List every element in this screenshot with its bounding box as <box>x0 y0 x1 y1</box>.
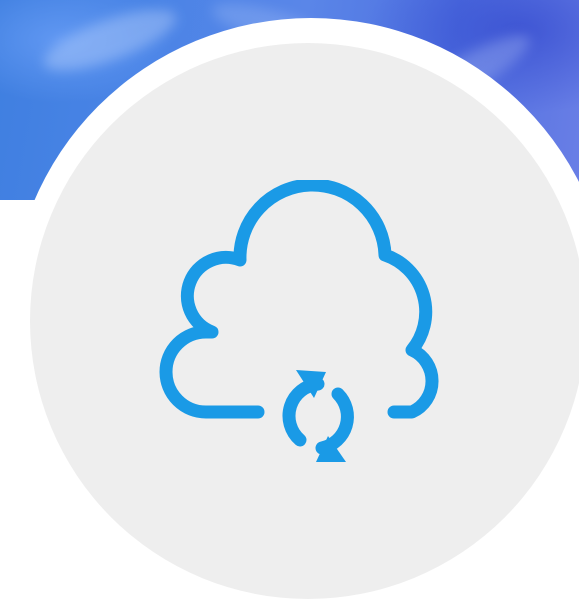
cloud-outline <box>159 180 439 419</box>
sync-arrow-lower <box>315 387 354 455</box>
cloud-sync-icon <box>150 180 490 480</box>
profile-header <box>0 0 579 609</box>
